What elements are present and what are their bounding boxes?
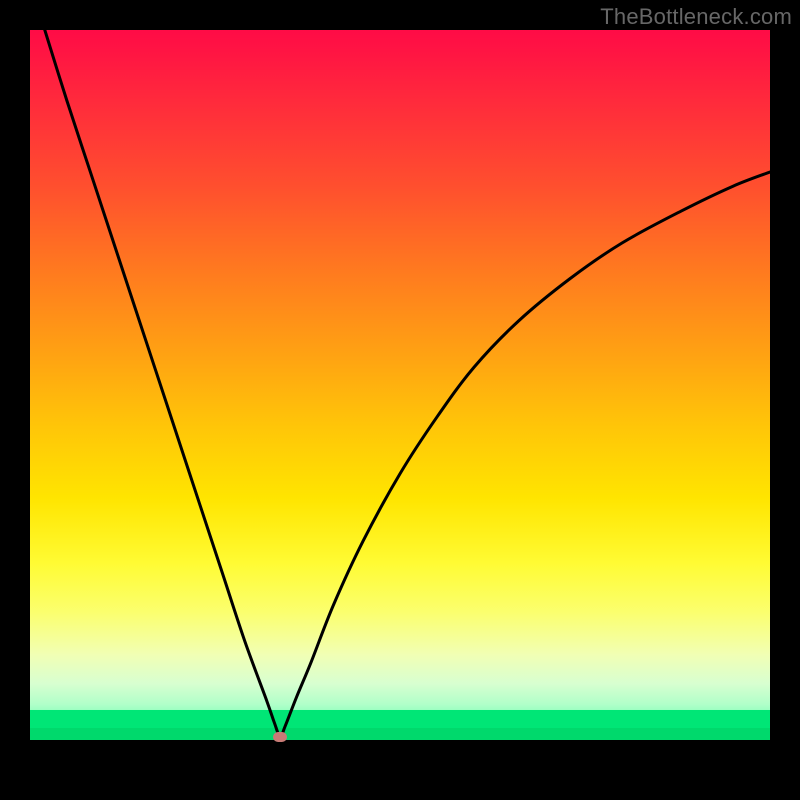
watermark-text: TheBottleneck.com bbox=[600, 4, 792, 30]
bottleneck-curve bbox=[30, 30, 770, 770]
plot-area bbox=[30, 30, 770, 770]
minimum-marker bbox=[273, 732, 287, 742]
